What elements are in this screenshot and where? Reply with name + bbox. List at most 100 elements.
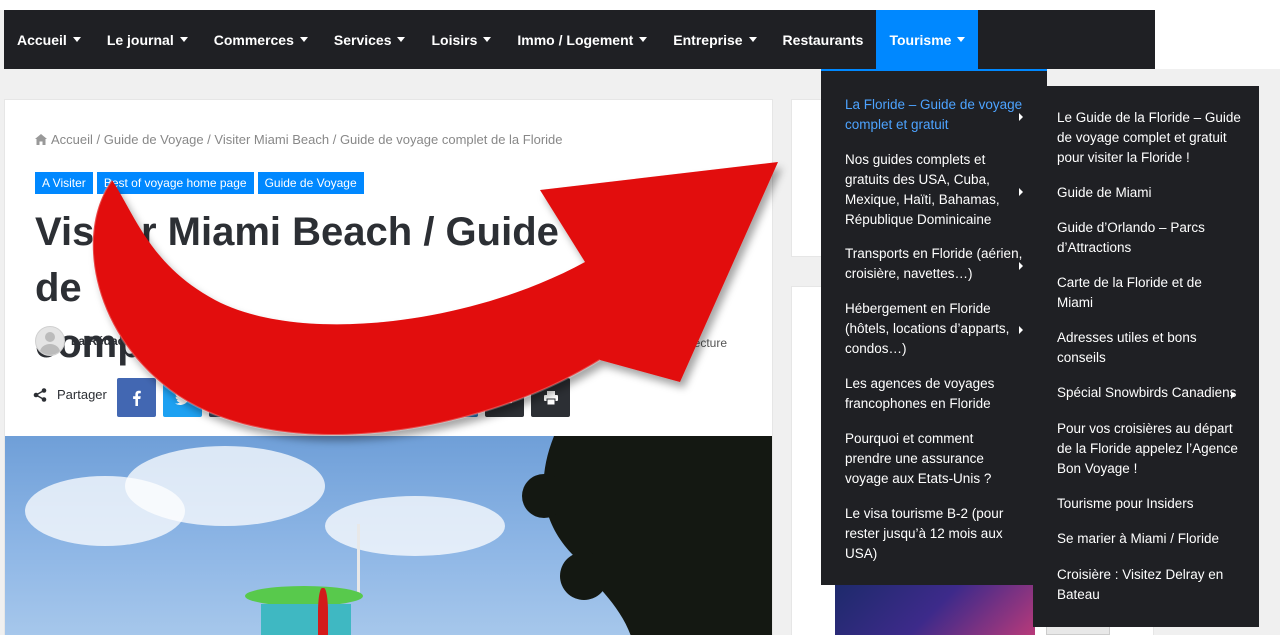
dd2-item-adresses[interactable]: Adresses utiles et bons conseils [1057,328,1241,368]
dd-item-transports[interactable]: Transports en Floride (aérien, croisière… [845,244,1023,284]
dd-item-assurance[interactable]: Pourquoi et comment prendre une assuranc… [845,429,1023,489]
telegram-icon [405,391,420,404]
reddit-icon [314,394,327,404]
caret-down-icon [957,37,966,42]
cloud [325,496,505,556]
dd-item-guides-usa[interactable]: Nos guides complets et gratuits des USA,… [845,150,1023,230]
dd-label: Spécial Snowbirds Canadiens [1057,385,1237,400]
dd-label: Croisière : Visitez Delray en Bateau [1057,567,1224,602]
category-tags: A Visiter Best of voyage home page Guide… [35,172,364,194]
dd-item-agences[interactable]: Les agences de voyages francophones en F… [845,374,1023,414]
flag [318,588,328,635]
nav-label: Services [333,31,392,48]
dd-label: Transports en Floride (aérien, croisière… [845,246,1023,281]
nav-label: Entreprise [673,31,743,48]
caret-down-icon [483,37,492,42]
nav-item-restaurants[interactable]: Restaurants [770,10,877,69]
tag-best-of-voyage[interactable]: Best of voyage home page [96,172,254,194]
reddit-share-button[interactable] [301,378,340,417]
caret-down-icon [72,37,81,42]
dd2-item-croisieres[interactable]: Pour vos croisières au départ de la Flor… [1057,419,1241,479]
tumblr-share-button[interactable] [209,378,248,417]
dd-label: Guide d’Orlando – Parcs d’Attractions [1057,220,1205,255]
printer-icon [543,390,558,405]
telegram-share-button[interactable] [393,378,432,417]
nav-item-entreprise[interactable]: Entreprise [660,10,769,69]
dd2-item-guide-floride[interactable]: Le Guide de la Floride – Guide de voyage… [1057,108,1241,168]
linkedin-share-button[interactable] [347,378,386,417]
nav-item-accueil[interactable]: Accueil [4,10,94,69]
breadcrumb-home[interactable]: Accueil [51,132,93,147]
dd-label: Adresses utiles et bons conseils [1057,330,1197,365]
dd2-item-se-marier[interactable]: Se marier à Miami / Floride [1057,529,1241,549]
dd2-item-delray[interactable]: Croisière : Visitez Delray en Bateau [1057,565,1241,605]
dd-label: Se marier à Miami / Floride [1057,531,1220,546]
dd-item-visa[interactable]: Le visa tourisme B-2 (pour rester jusqu’… [845,504,1023,564]
dd2-item-guide-orlando[interactable]: Guide d’Orlando – Parcs d’Attractions [1057,218,1241,258]
print-button[interactable] [531,378,570,417]
dd-label: Pour vos croisières au départ de la Flor… [1057,421,1238,476]
messenger-share-button[interactable] [439,378,478,417]
main-navigation: Accueil Le journal Commerces Services Lo… [4,10,1155,69]
lifeguard-tower-roof [245,586,363,606]
breadcrumb-visiter-miami-beach[interactable]: Visiter Miami Beach [214,132,329,147]
dd2-item-snowbirds[interactable]: Spécial Snowbirds Canadiens [1057,383,1241,403]
email-share-button[interactable] [485,378,524,417]
dd-item-floride-guide[interactable]: La Floride – Guide de voyage complet et … [845,95,1023,135]
tag-guide-de-voyage[interactable]: Guide de Voyage [257,172,364,194]
dd-label: Hébergement en Floride (hôtels, location… [845,301,1010,356]
breadcrumb-guide-de-voyage[interactable]: Guide de Voyage [104,132,204,147]
dd-label: Les agences de voyages francophones en F… [845,376,995,411]
breadcrumb-separator: / [207,132,211,147]
facebook-share-button[interactable] [117,378,156,417]
tag-a-visiter[interactable]: A Visiter [35,172,93,194]
dd-label: Tourisme pour Insiders [1057,496,1194,511]
chevron-right-icon [1019,326,1023,334]
nav-label: Le journal [106,31,174,48]
tourisme-dropdown-menu: La Floride – Guide de voyage complet et … [821,69,1047,585]
nav-item-tourisme[interactable]: Tourisme [876,10,979,69]
dd-label: Pourquoi et comment prendre une assuranc… [845,431,992,486]
article-card: Accueil / Guide de Voyage / Visiter Miam… [4,99,773,635]
dd-label: La Floride – Guide de voyage complet et … [845,97,1023,132]
nav-label: Commerces [213,31,294,48]
pinterest-share-button[interactable] [255,378,294,417]
lifeguard-mast [357,524,360,594]
chevron-right-icon [1019,188,1023,196]
nav-item-commerces[interactable]: Commerces [201,10,321,69]
lifeguard-tower [261,604,351,635]
tree-silhouette [522,436,772,635]
avatar[interactable] [35,326,65,356]
nav-item-loisirs[interactable]: Loisirs [418,10,504,69]
breadcrumb: Accueil / Guide de Voyage / Visiter Miam… [35,132,563,147]
dd-item-hebergement[interactable]: Hébergement en Floride (hôtels, location… [845,299,1023,359]
share-icon [33,387,47,402]
chevron-right-icon [1019,113,1023,121]
chevron-right-icon [1019,262,1023,270]
dd-label: Le Guide de la Floride – Guide de voyage… [1057,110,1241,165]
twitter-share-button[interactable] [163,378,202,417]
chevron-right-icon [1231,391,1235,399]
nav-item-immo-logement[interactable]: Immo / Logement [504,10,660,69]
read-time: lecture [691,336,728,350]
messenger-icon [451,390,466,405]
dd2-item-carte[interactable]: Carte de la Floride et de Miami [1057,273,1241,313]
article-hero-image [5,436,772,635]
caret-down-icon [179,37,188,42]
floride-submenu: Le Guide de la Floride – Guide de voyage… [1033,86,1259,627]
festival-thumbnail[interactable] [835,583,1035,635]
breadcrumb-separator: / [332,132,337,147]
share-text: Partager [57,387,107,402]
title-line-1: Visiter Miami Beach / Guide de [35,210,559,310]
twitter-icon [174,391,191,405]
breadcrumb-current: Guide de voyage complet de la Floride [339,132,563,147]
author-name[interactable]: La Rédaction [71,334,146,348]
caret-down-icon [748,37,757,42]
nav-label: Loisirs [431,31,478,48]
dd2-item-guide-miami[interactable]: Guide de Miami [1057,183,1241,203]
dd-label: Le visa tourisme B-2 (pour rester jusqu’… [845,506,1004,561]
caret-down-icon [397,37,406,42]
nav-item-le-journal[interactable]: Le journal [94,10,201,69]
dd2-item-insiders[interactable]: Tourisme pour Insiders [1057,494,1241,514]
nav-item-services[interactable]: Services [321,10,419,69]
